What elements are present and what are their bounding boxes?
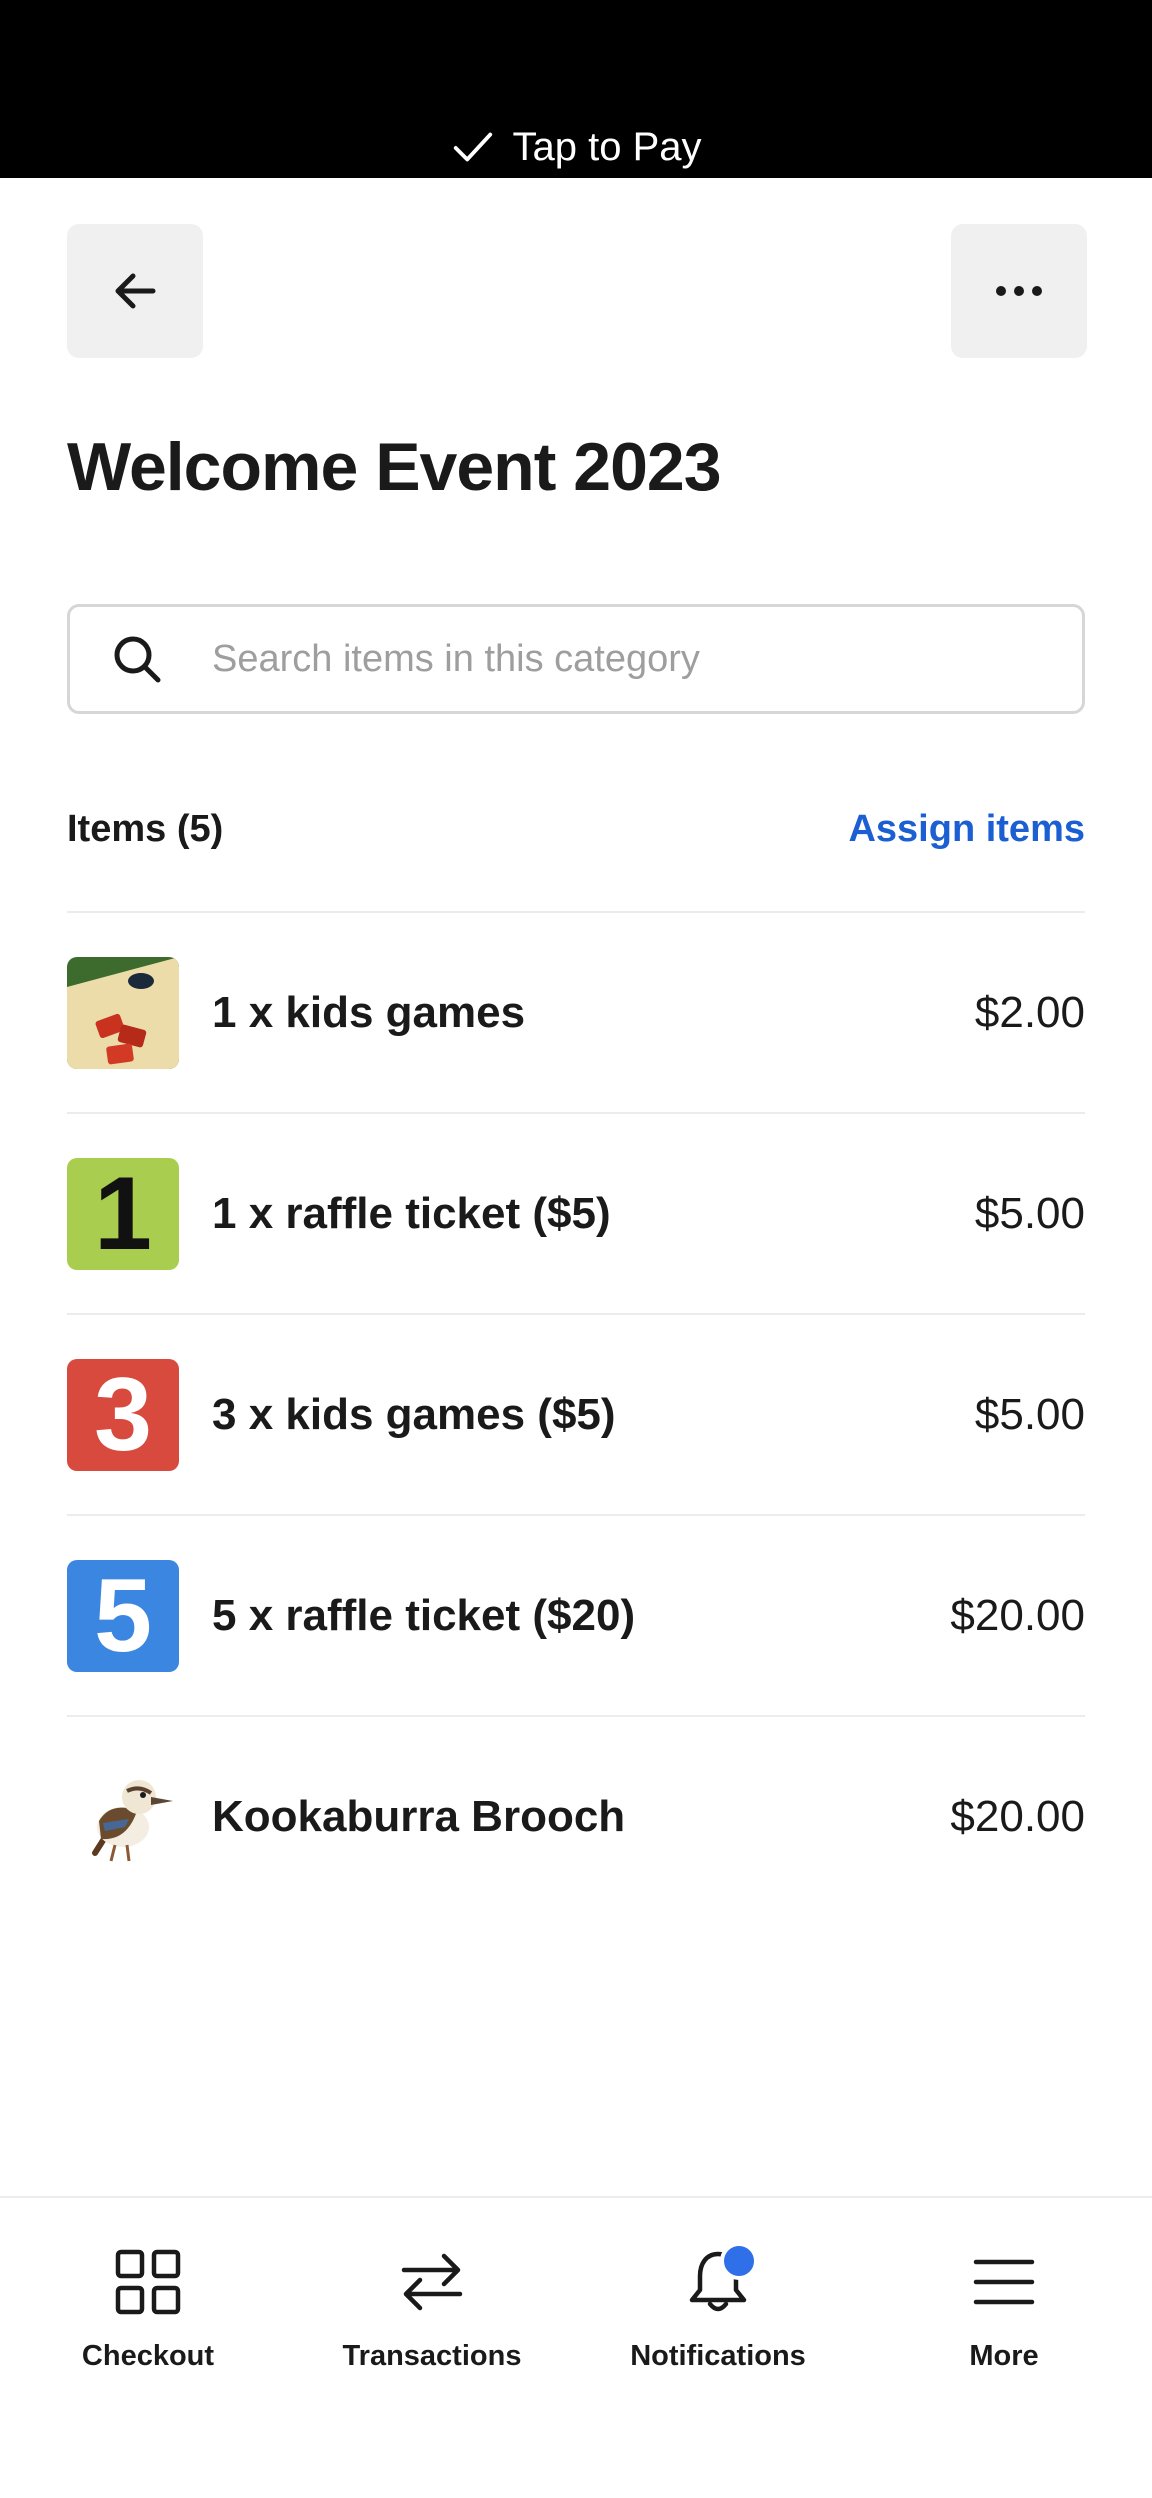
list-item[interactable]: 3 3 x kids games ($5) $5.00 [67,1313,1085,1514]
list-item[interactable]: Kookaburra Brooch $20.00 [67,1715,1085,1916]
cornhole-photo-thumbnail [67,956,179,1069]
nav-more[interactable]: More [860,2198,1148,2418]
checkmark-icon [454,132,493,162]
item-name: Kookaburra Brooch [212,1791,626,1841]
menu-icon [973,2259,1035,2305]
nav-label: Transactions [342,2340,522,2372]
nav-label: More [969,2340,1039,2372]
items-count: Items (5) [67,808,224,850]
thumbnail-number: 1 [94,1157,152,1270]
number-thumbnail: 5 [67,1559,179,1672]
nav-checkout[interactable]: Checkout [4,2198,292,2418]
assign-items-link[interactable]: Assign items [848,808,1085,851]
grid-icon [115,2249,181,2315]
kookaburra-thumbnail [67,1761,179,1873]
bottom-nav: Checkout Transactions Notifications More [0,2196,1152,2498]
thumbnail-number: 5 [94,1559,152,1672]
number-thumbnail: 3 [67,1358,179,1471]
tap-to-pay-banner[interactable]: Tap to Pay [0,118,1152,176]
nav-transactions[interactable]: Transactions [288,2198,576,2418]
search-icon [114,636,161,683]
nav-label: Notifications [630,2340,806,2372]
thumbnail-number: 3 [94,1358,152,1471]
nav-notifications[interactable]: Notifications [574,2198,862,2418]
search-field[interactable] [67,604,1085,714]
nav-label: Checkout [81,2340,215,2372]
more-options-button[interactable] [951,224,1087,358]
item-name: 3 x kids games ($5) [212,1389,616,1439]
item-price: $20.00 [950,1590,1085,1640]
list-item[interactable]: 1 1 x raffle ticket ($5) $5.00 [67,1112,1085,1313]
page-title: Welcome Event 2023 [67,429,722,505]
back-button[interactable] [67,224,203,358]
number-thumbnail: 1 [67,1157,179,1270]
item-name: 1 x kids games [212,987,526,1037]
item-price: $5.00 [974,1188,1085,1238]
list-item[interactable]: 5 5 x raffle ticket ($20) $20.00 [67,1514,1085,1715]
item-name: 1 x raffle ticket ($5) [212,1188,611,1238]
notification-badge [720,2242,758,2280]
tap-to-pay-label: Tap to Pay [512,124,702,169]
swap-arrows-icon [401,2253,463,2311]
items-header: Items (5) Assign items [67,808,1085,851]
list-item[interactable]: 1 x kids games $2.00 [67,911,1085,1112]
item-list: 1 x kids games $2.00 1 1 x raffle ticket… [67,911,1085,1916]
item-price: $2.00 [974,987,1085,1037]
arrow-left-icon [115,273,156,309]
bell-icon-wrapper [684,2242,758,2316]
item-name: 5 x raffle ticket ($20) [212,1590,636,1640]
status-bar: Tap to Pay [0,0,1152,178]
search-input[interactable] [210,636,1082,682]
ellipsis-icon [996,286,1042,296]
item-price: $5.00 [974,1389,1085,1439]
item-price: $20.00 [950,1791,1085,1841]
